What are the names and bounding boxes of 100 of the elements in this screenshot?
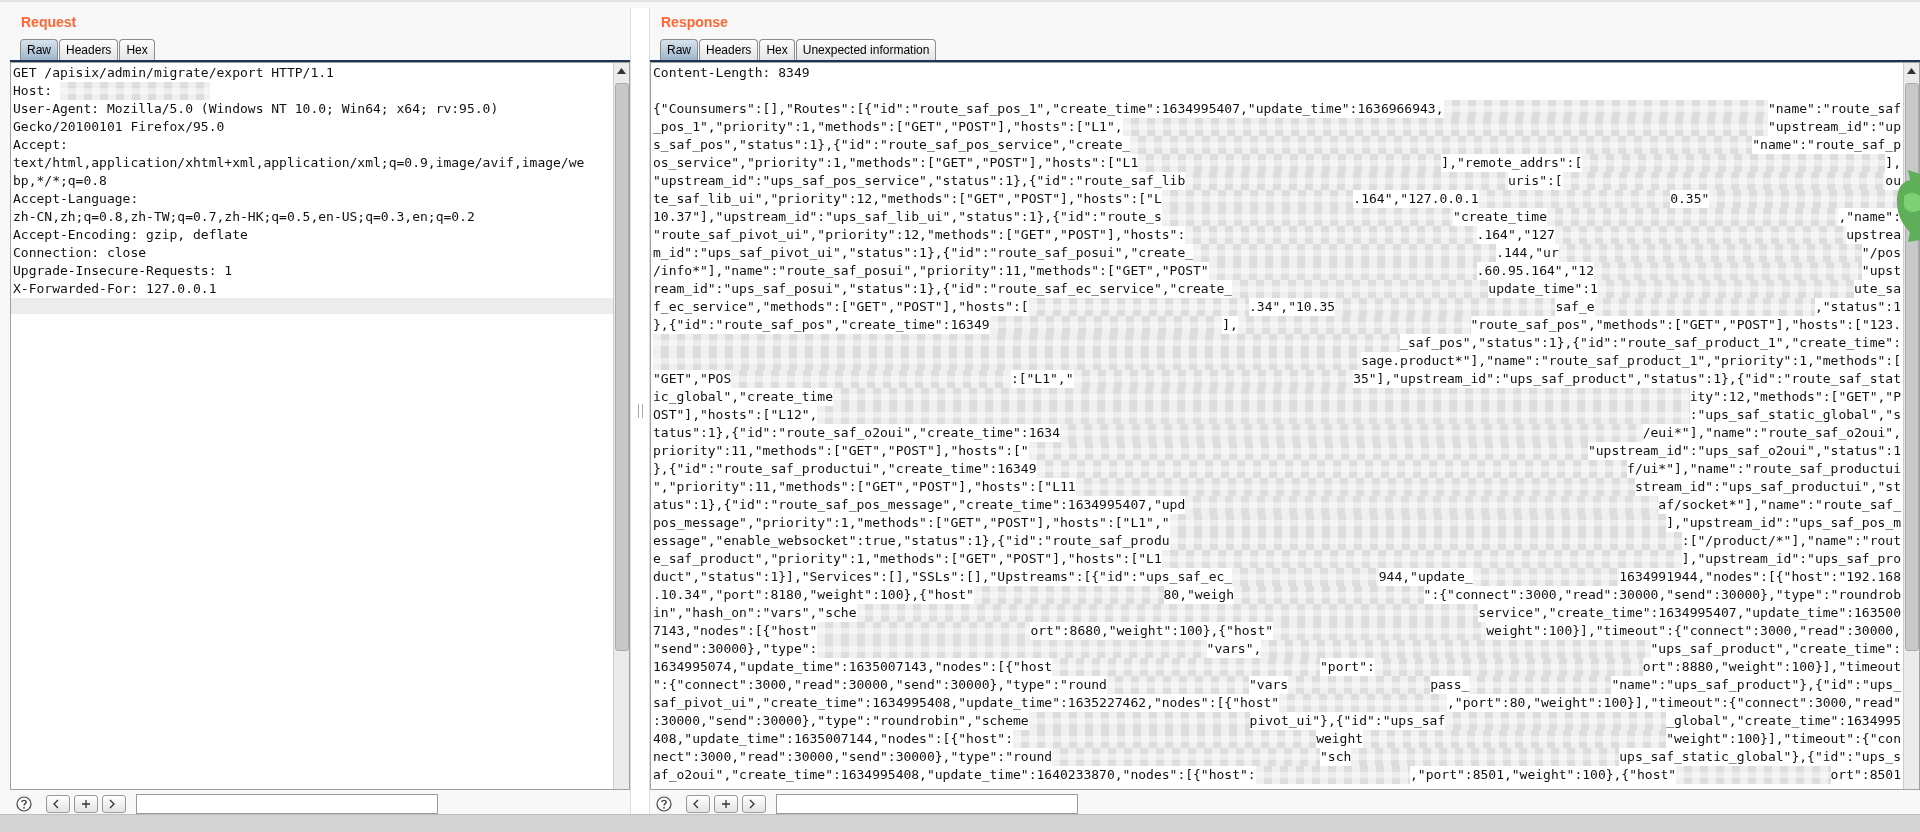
code-text: .164","127.0.0.1	[1353, 190, 1479, 208]
code-text: nect":3000,"read":30000,"send":30000},"type":"round	[653, 748, 1053, 766]
code-text: "name":"ups_saf_product"},{"id":"ups_	[1611, 676, 1901, 694]
code-text: zh-CN,zh;q=0.8,zh-TW;q=0.7,zh-HK;q=0.5,en-US;q=0.3,en;q=0.2	[13, 208, 475, 226]
code-text: .60.95.164","12	[1476, 262, 1594, 280]
code-text: ort":8501	[1830, 766, 1901, 784]
code-text: saf_pivot_ui","create_time":1634995408,"update_time":1635227462,"nodes":[{"host"	[653, 694, 1280, 712]
code-text: "route_saf_pos","methods":["GET","POST"],"hosts":["123.	[1470, 316, 1901, 334]
scroll-thumb[interactable]	[614, 83, 629, 652]
code-text: "send":30000},"type":	[653, 640, 818, 658]
code-text: ity":12,"methods":["GET","P	[1689, 388, 1901, 406]
search-nav-button[interactable]	[74, 795, 98, 813]
search-nav-button[interactable]	[686, 795, 710, 813]
code-text: Content-Length: 8349	[653, 64, 810, 82]
code-text: ute_sa	[1854, 280, 1901, 298]
tab[interactable]: Hex	[759, 39, 795, 60]
code-text: os_service","priority":1,"methods":["GET","POST"],"hosts":["L1	[653, 154, 1139, 172]
text-editor[interactable]	[650, 62, 1920, 790]
code-text: :["/product/*"],"name":"rout	[1681, 532, 1901, 550]
code-text: te_saf_lib_ui","priority":12,"methods":["GET","POST"],"hosts":["L	[653, 190, 1162, 208]
tab[interactable]: Hex	[119, 39, 155, 60]
code-text: in","hash_on":"vars","sche	[653, 604, 857, 622]
code-text: _saf_pos","status":1},{"id":"route_saf_product_1","create_time":	[1400, 334, 1901, 352]
tab[interactable]: Raw	[20, 39, 58, 60]
code-text: "route_saf_pivot_ui","priority":12,"methods":["GET","POST"],"hosts":	[653, 226, 1186, 244]
code-text: "upstream_id":"up	[1767, 118, 1901, 136]
code-text: s_saf_pos","status":1},{"id":"route_saf_pos_service","create_	[653, 136, 1131, 154]
code-text: pos_message","priority":1,"methods":["GET","POST"],"hosts":["L1","	[653, 514, 1170, 532]
code-text: upstrea	[1846, 226, 1901, 244]
arrow-icon	[720, 798, 732, 810]
vertical-scrollbar[interactable]	[613, 63, 629, 789]
code-text: "sch	[1320, 748, 1352, 766]
code-text: Gecko/20100101 Firefox/95.0	[13, 118, 225, 136]
code-text: "vars	[1249, 676, 1289, 694]
code-text: weight	[1316, 730, 1364, 748]
code-text: duct","status":1}],"Services":[],"SSLs":[],"Upstreams":[{"id":"ups_saf_ec_	[653, 568, 1233, 586]
code-text: "GET","POS	[653, 370, 732, 388]
code-text: Accept:	[13, 136, 68, 154]
code-text: :["L1","	[1010, 370, 1074, 388]
search-nav-button[interactable]	[742, 795, 766, 813]
code-text: e_saf_product","priority":1,"methods":["GET","POST"],"hosts":["L1	[653, 550, 1162, 568]
code-text: 10.37"],"upstream_id":"ups_saf_lib_ui","status":1},{"id":"route_s	[653, 208, 1162, 226]
code-text: "vars",	[1206, 640, 1262, 658]
code-text: uris":[	[1507, 172, 1563, 190]
code-text: 0.35"	[1670, 190, 1710, 208]
code-text: f/ui*"],"name":"route_saf_productui	[1627, 460, 1901, 478]
code-text: ou	[1885, 172, 1901, 190]
code-text: stream_id":"ups_saf_productui","st	[1634, 478, 1901, 496]
code-text: ":{"connect":3000,"read":30000,"send":30000},"type":"round	[653, 676, 1107, 694]
help-icon[interactable]	[656, 796, 672, 812]
code-text: 408,"update_time":1635007144,"nodes":[{"host":	[653, 730, 1014, 748]
code-text: 80,"weigh	[1163, 586, 1234, 604]
code-text: m_id":"ups_saf_pivot_ui","status":1},{"id":"route_saf_posui","create_	[653, 244, 1194, 262]
code-text: text/html,application/xhtml+xml,application/xml;q=0.9,image/avif,image/we	[13, 154, 585, 172]
code-text: af_o2oui","create_time":1634995408,"update_time":1640233870,"nodes":[{"host":	[653, 766, 1256, 784]
code-text: 1634995074,"update_time":1635007143,"nodes":[{"host	[653, 658, 1053, 676]
code-text: Connection: close	[13, 244, 147, 262]
code-text: .144,"ur	[1496, 244, 1559, 262]
help-icon[interactable]	[16, 796, 32, 812]
search-field[interactable]	[136, 794, 438, 814]
code-text: "upstream_id":"ups_saf_o2oui","status":1	[1587, 442, 1901, 460]
code-text: 1634991944,"nodes":[{"host":"192.168	[1619, 568, 1901, 586]
tab[interactable]: Raw	[660, 39, 698, 60]
pane-title: Request	[20, 13, 78, 32]
arrow-icon	[80, 798, 92, 810]
code-text: "/pos	[1861, 244, 1901, 262]
code-text: ],	[1885, 154, 1901, 172]
code-text: service","create_time":1634995407,"update_time":163500	[1478, 604, 1901, 622]
tab[interactable]: Unexpected information	[795, 39, 937, 60]
code-text: tatus":1},{"id":"route_saf_o2oui","create_time":1634	[653, 424, 1060, 442]
code-text: saf_e	[1555, 298, 1595, 316]
code-text: ","priority":11,"methods":["GET","POST"],"hosts":["L11	[653, 478, 1076, 496]
vertical-scrollbar[interactable]	[1903, 63, 1919, 789]
horizontal-scrollbar[interactable]	[0, 814, 1920, 832]
code-text: bp,*/*;q=0.8	[13, 172, 107, 190]
search-nav-button[interactable]	[46, 795, 70, 813]
code-text: ,"status":1	[1814, 298, 1901, 316]
code-text: "upstream_id":"ups_saf_pos_service","status":1},{"id":"route_saf_lib	[653, 172, 1186, 190]
code-text: ort":8880,"weight":100}],"timeout	[1642, 658, 1901, 676]
code-text: "port":	[1320, 658, 1375, 676]
code-text: ],"upstream_id":"ups_saf_pro	[1681, 550, 1901, 568]
code-text: essage","enable_websocket":true,"status":1},{"id":"route_saf_produ	[653, 532, 1170, 550]
code-text: af/socket*"],"name":"route_saf_	[1658, 496, 1901, 514]
scroll-up-icon[interactable]	[1907, 68, 1916, 74]
tab[interactable]: Headers	[699, 39, 759, 60]
code-text: },{"id":"route_saf_pos","create_time":16349	[653, 316, 990, 334]
search-nav-button[interactable]	[714, 795, 738, 813]
code-text: sage.product*"],"name":"route_saf_product_1","priority":1,"methods":[	[1360, 352, 1901, 370]
tab[interactable]: Headers	[59, 39, 119, 60]
code-text: "weight":100}],"timeout":{"con	[1666, 730, 1901, 748]
code-text: ":{"connect":3000,"read":30000,"send":30000},"type":"roundrob	[1423, 586, 1901, 604]
scroll-up-icon[interactable]	[617, 68, 626, 74]
code-text: 7143,"nodes":[{"host"	[653, 622, 818, 640]
code-text: "upst	[1861, 262, 1901, 280]
code-text: pivot_ui"},{"id":"ups_saf	[1249, 712, 1446, 730]
search-field[interactable]	[776, 794, 1078, 814]
code-text: :"ups_saf_static_global","s	[1689, 406, 1901, 424]
search-nav-button[interactable]	[102, 795, 126, 813]
code-text: /eui*"],"name":"route_saf_o2oui",	[1642, 424, 1901, 442]
code-text: ,"port":80,"weight":100}],"timeout":{"connect":3000,"read"	[1447, 694, 1901, 712]
